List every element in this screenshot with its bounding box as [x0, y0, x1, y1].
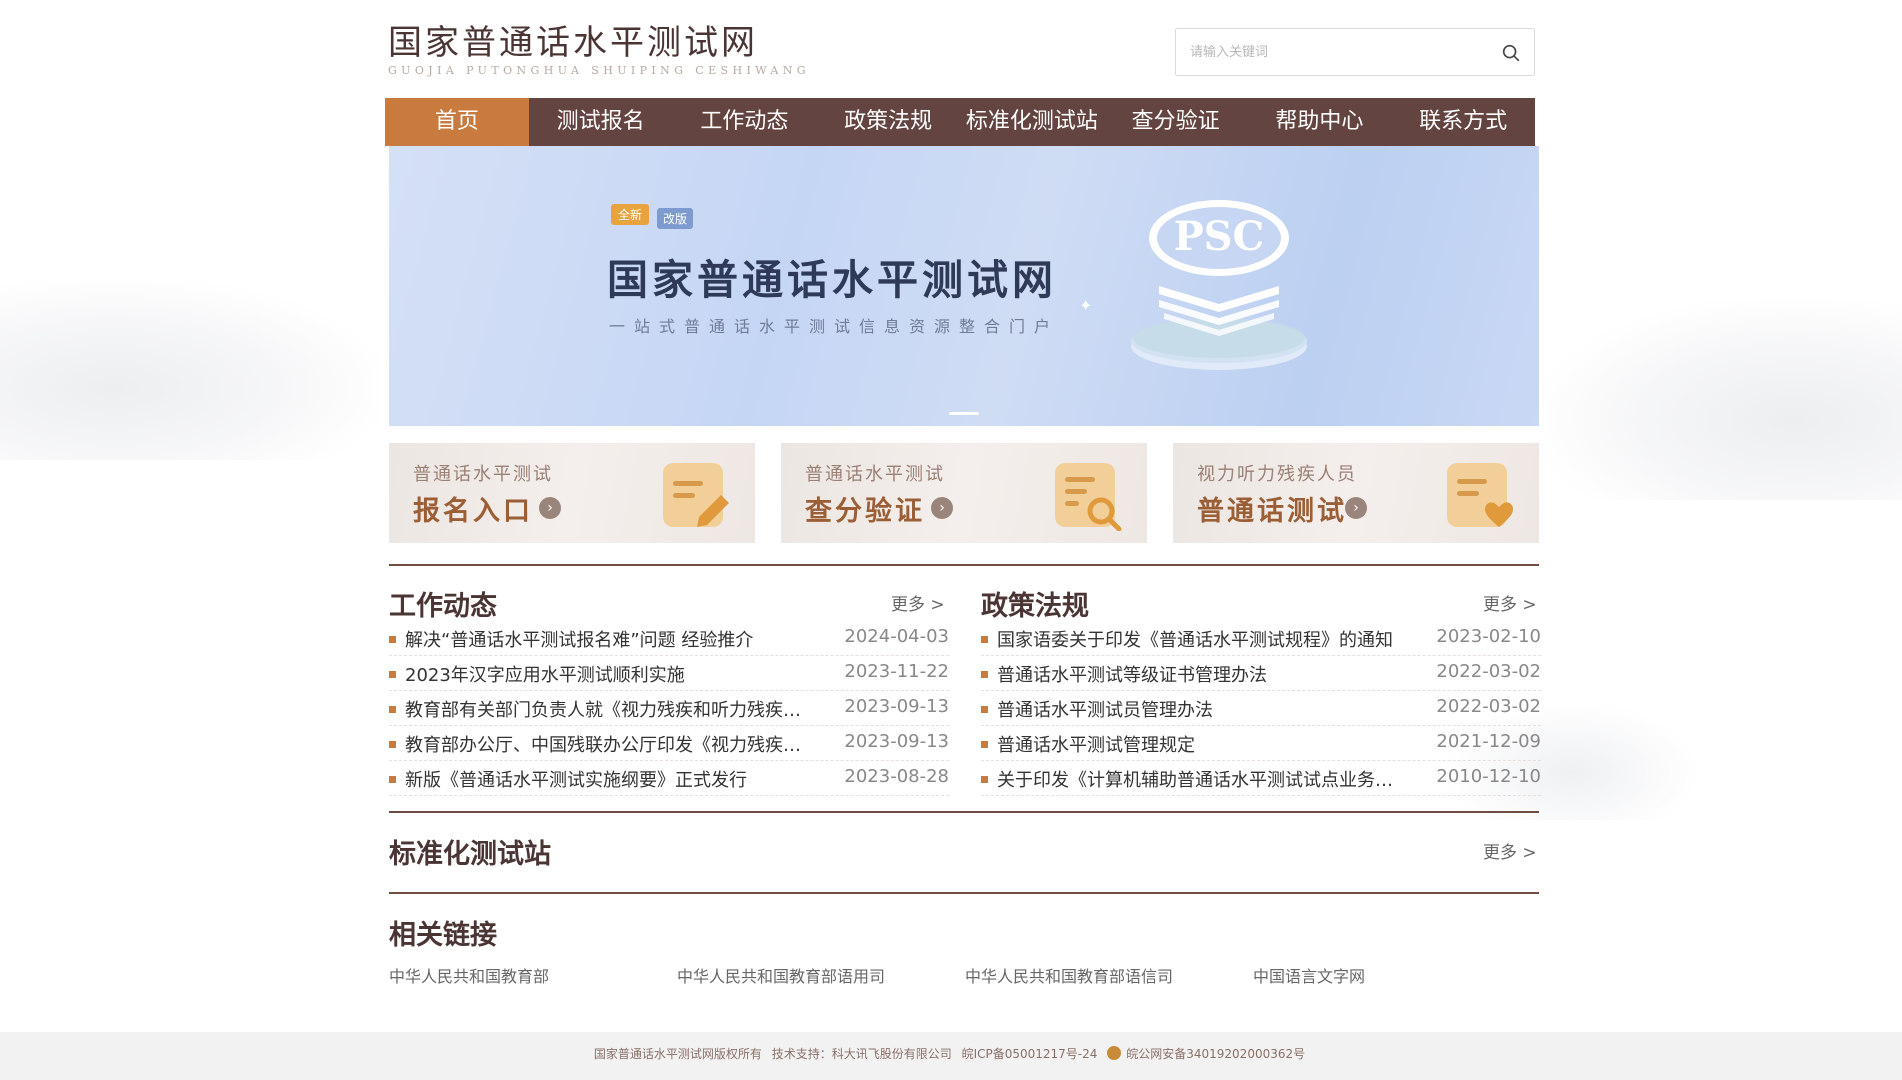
- banner-subtitle: 一站式普通话水平测试信息资源整合门户: [609, 317, 1060, 336]
- police-badge-icon: [1107, 1046, 1122, 1060]
- section-title-related-links: 相关链接: [389, 920, 497, 951]
- news-date: 2021-12-09: [1436, 731, 1541, 752]
- search-input[interactable]: [1176, 29, 1476, 75]
- page-container: 国家普通话水平测试网 GUOJIA PUTONGHUA SHUIPING CES…: [385, 0, 1541, 986]
- news-title: 普通话水平测试管理规定: [997, 735, 1195, 756]
- list-item[interactable]: 教育部有关部门负责人就《视力残疾和听力残疾… 2023-09-13: [389, 691, 949, 726]
- section-title-work-news: 工作动态: [389, 591, 497, 622]
- list-item[interactable]: 关于印发《计算机辅助普通话水平测试试点业务… 2010-12-10: [981, 761, 1541, 796]
- arrow-right-icon: ›: [1345, 497, 1367, 519]
- psc-emblem-icon: PSC: [1131, 200, 1307, 370]
- nav-item-contact[interactable]: 联系方式: [1391, 98, 1535, 146]
- list-item[interactable]: 普通话水平测试员管理办法 2022-03-02: [981, 691, 1541, 726]
- nav-item-test-stations[interactable]: 标准化测试站: [960, 98, 1104, 146]
- heart-document-icon: [1447, 463, 1513, 527]
- section-divider: [389, 811, 1539, 813]
- more-link-work-news[interactable]: 更多 >: [891, 590, 945, 615]
- related-link-language-application[interactable]: 中华人民共和国教育部语用司: [677, 963, 885, 987]
- news-title: 关于印发《计算机辅助普通话水平测试试点业务…: [997, 770, 1393, 791]
- sparkle-icon: ✦: [1079, 296, 1093, 315]
- news-date: 2023-09-13: [844, 696, 949, 717]
- list-item[interactable]: 2023年汉字应用水平测试顺利实施 2023-11-22: [389, 656, 949, 691]
- nav-item-work-news[interactable]: 工作动态: [673, 98, 817, 146]
- nav-item-policies[interactable]: 政策法规: [816, 98, 960, 146]
- related-link-china-language[interactable]: 中国语言文字网: [1253, 963, 1365, 987]
- nav-item-registration[interactable]: 测试报名: [529, 98, 673, 146]
- hero-banner[interactable]: 全新 改版 国家普通话水平测试网 一站式普通话水平测试信息资源整合门户 ✦ ✦ …: [389, 146, 1539, 426]
- card-small-label: 视力听力残疾人员: [1197, 464, 1357, 485]
- related-link-language-information[interactable]: 中华人民共和国教育部语信司: [965, 963, 1173, 987]
- card-small-label: 普通话水平测试: [413, 464, 553, 485]
- news-date: 2023-08-28: [844, 766, 949, 787]
- main-nav: 首页 测试报名 工作动态 政策法规 标准化测试站 查分验证 帮助中心 联系方式: [385, 98, 1535, 146]
- news-date: 2023-11-22: [844, 661, 949, 682]
- more-link-policies[interactable]: 更多 >: [1483, 590, 1537, 615]
- news-title: 普通话水平测试等级证书管理办法: [997, 665, 1267, 686]
- site-header: 国家普通话水平测试网 GUOJIA PUTONGHUA SHUIPING CES…: [385, 0, 1537, 98]
- banner-tag-revised: 改版: [657, 208, 694, 229]
- card-big-label: 报名入口: [413, 496, 533, 527]
- news-date: 2022-03-02: [1436, 661, 1541, 682]
- news-title: 2023年汉字应用水平测试顺利实施: [405, 665, 685, 686]
- news-title: 国家语委关于印发《普通话水平测试规程》的通知: [997, 630, 1393, 651]
- news-date: 2010-12-10: [1436, 766, 1541, 787]
- list-item[interactable]: 普通话水平测试等级证书管理办法 2022-03-02: [981, 656, 1541, 691]
- nav-item-score-check[interactable]: 查分验证: [1104, 98, 1248, 146]
- background-mist-right: [1542, 300, 1902, 500]
- work-news-list: 解决“普通话水平测试报名难”问题 经验推介 2024-04-03 2023年汉字…: [389, 621, 949, 796]
- section-divider: [389, 892, 1539, 894]
- section-title-test-stations: 标准化测试站: [389, 839, 551, 870]
- news-date: 2024-04-03: [844, 626, 949, 647]
- search-icon[interactable]: [1500, 42, 1522, 64]
- news-title: 教育部办公厅、中国残联办公厅印发《视力残疾…: [405, 735, 801, 756]
- footer-icp[interactable]: 皖ICP备05001217号-24: [962, 1047, 1098, 1061]
- arrow-right-icon: ›: [931, 497, 953, 519]
- section-divider: [389, 564, 1539, 566]
- edit-note-icon: [663, 463, 729, 527]
- search-box: [1175, 28, 1535, 76]
- nav-item-home[interactable]: 首页: [385, 98, 529, 146]
- news-date: 2023-09-13: [844, 731, 949, 752]
- card-score-check[interactable]: 普通话水平测试 查分验证 ›: [781, 443, 1147, 543]
- logo-chinese-title: 国家普通话水平测试网: [388, 23, 758, 63]
- search-document-icon: [1055, 463, 1122, 531]
- footer-police-text: 皖公网安备34019202000362号: [1126, 1047, 1306, 1061]
- logo-pinyin: GUOJIA PUTONGHUA SHUIPING CESHIWANG: [388, 64, 810, 77]
- news-title: 新版《普通话水平测试实施纲要》正式发行: [405, 770, 747, 791]
- site-footer: 国家普通话水平测试网版权所有 技术支持：科大讯飞股份有限公司 皖ICP备0500…: [0, 1032, 1902, 1080]
- card-big-label: 查分验证: [805, 496, 925, 527]
- carousel-indicator[interactable]: [949, 412, 979, 415]
- news-title: 解决“普通话水平测试报名难”问题 经验推介: [405, 630, 754, 651]
- psc-emblem-text: PSC: [1174, 213, 1265, 260]
- background-mist-left: [0, 280, 380, 460]
- section-title-policies: 政策法规: [981, 591, 1089, 622]
- card-disabled-test[interactable]: 视力听力残疾人员 普通话测试 ›: [1173, 443, 1539, 543]
- more-link-test-stations[interactable]: 更多 >: [1483, 838, 1537, 863]
- quick-entry-cards: 普通话水平测试 报名入口 › 普通话水平测试 查分验证 › 视力听力残疾人员 普…: [389, 443, 1539, 543]
- banner-tag-new: 全新: [611, 204, 650, 225]
- arrow-right-icon: ›: [539, 497, 561, 519]
- banner-title: 国家普通话水平测试网: [607, 256, 1057, 304]
- news-title: 教育部有关部门负责人就《视力残疾和听力残疾…: [405, 700, 801, 721]
- list-item[interactable]: 教育部办公厅、中国残联办公厅印发《视力残疾… 2023-09-13: [389, 726, 949, 761]
- related-links-row: 中华人民共和国教育部 中华人民共和国教育部语用司 中华人民共和国教育部语信司 中…: [389, 963, 1539, 987]
- footer-tech-support: 技术支持：科大讯飞股份有限公司: [771, 1047, 952, 1061]
- list-item[interactable]: 普通话水平测试管理规定 2021-12-09: [981, 726, 1541, 761]
- nav-item-help[interactable]: 帮助中心: [1248, 98, 1392, 146]
- news-date: 2022-03-02: [1436, 696, 1541, 717]
- card-registration[interactable]: 普通话水平测试 报名入口 ›: [389, 443, 755, 543]
- site-logo[interactable]: 国家普通话水平测试网 GUOJIA PUTONGHUA SHUIPING CES…: [388, 24, 810, 77]
- footer-copyright: 国家普通话水平测试网版权所有: [593, 1047, 762, 1061]
- card-big-label: 普通话测试: [1197, 496, 1347, 527]
- footer-police-record[interactable]: 皖公网安备34019202000362号: [1107, 1046, 1308, 1061]
- related-link-moe[interactable]: 中华人民共和国教育部: [389, 963, 549, 987]
- list-item[interactable]: 解决“普通话水平测试报名难”问题 经验推介 2024-04-03: [389, 621, 949, 656]
- news-date: 2023-02-10: [1436, 626, 1541, 647]
- card-small-label: 普通话水平测试: [805, 464, 945, 485]
- news-title: 普通话水平测试员管理办法: [997, 700, 1213, 721]
- policy-list: 国家语委关于印发《普通话水平测试规程》的通知 2023-02-10 普通话水平测…: [981, 621, 1541, 796]
- list-item[interactable]: 新版《普通话水平测试实施纲要》正式发行 2023-08-28: [389, 761, 949, 796]
- list-item[interactable]: 国家语委关于印发《普通话水平测试规程》的通知 2023-02-10: [981, 621, 1541, 656]
